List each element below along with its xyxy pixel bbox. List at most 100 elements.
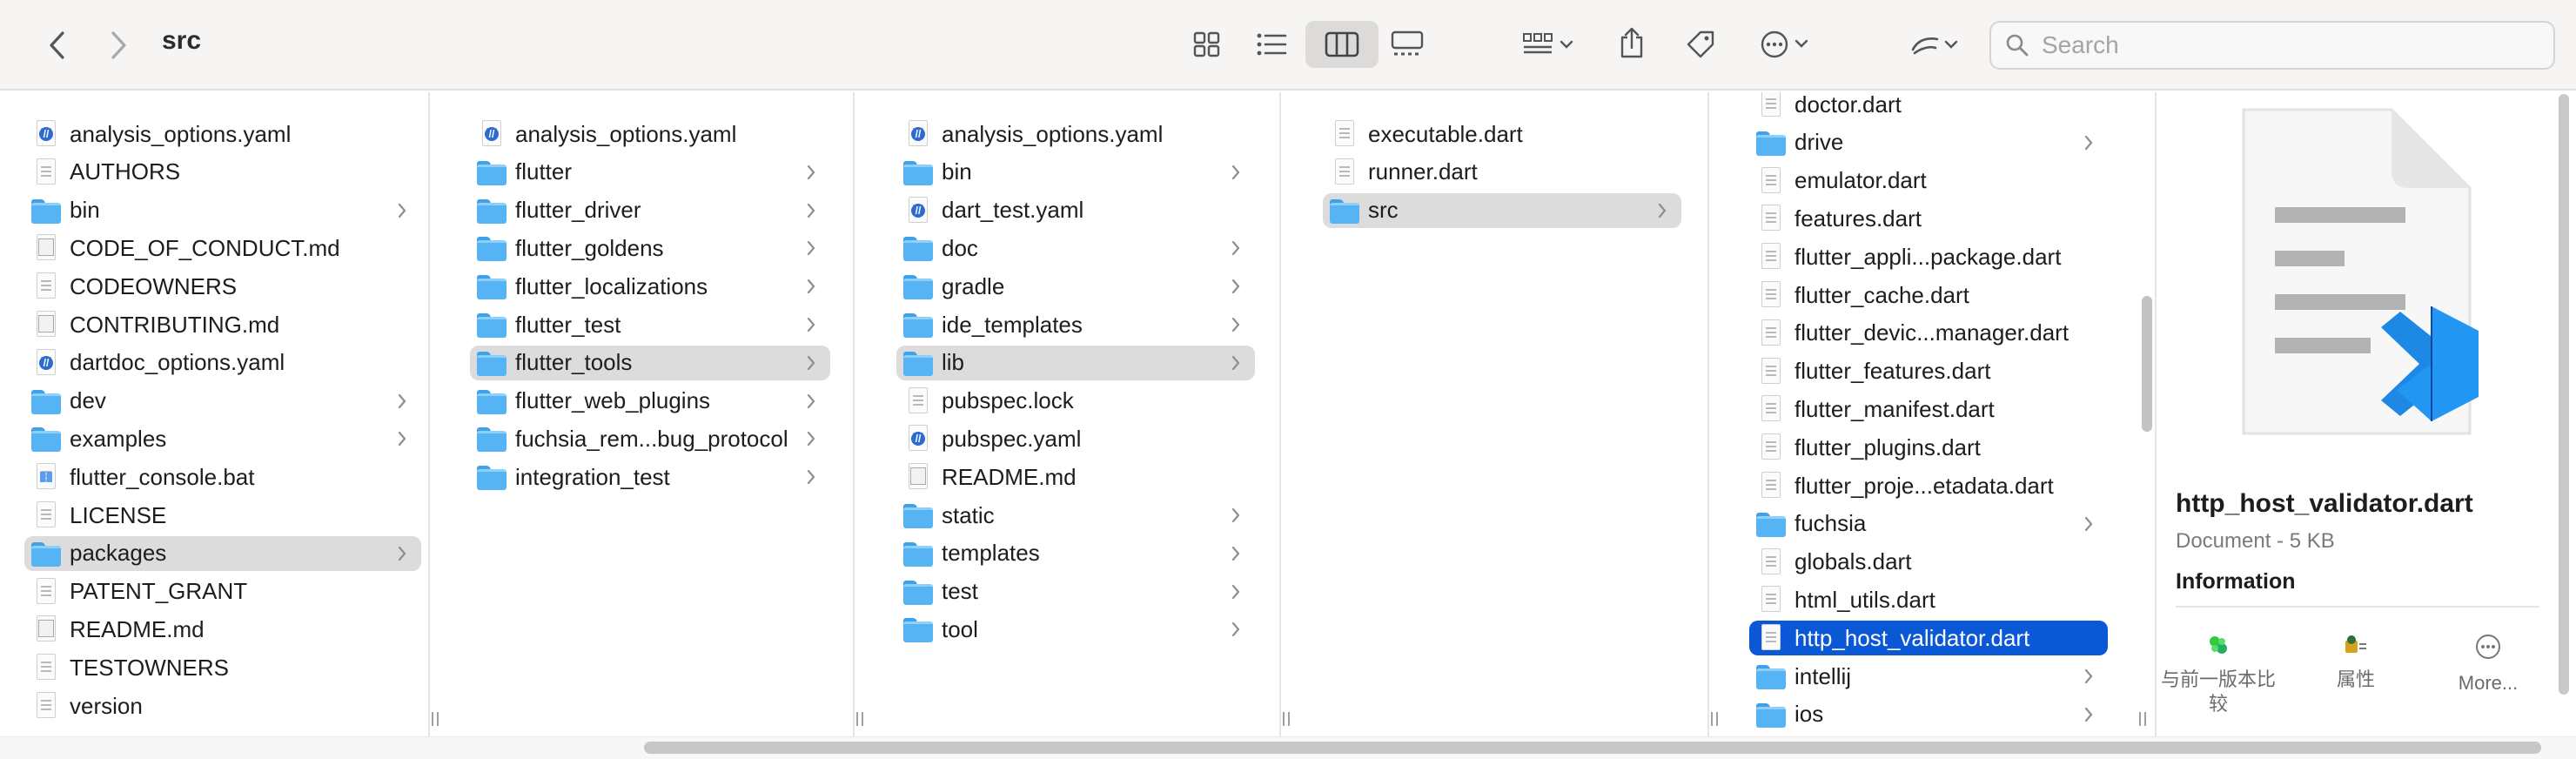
folder-row[interactable]: lib (896, 345, 1255, 380)
folder-icon (477, 311, 506, 339)
tag-button[interactable] (1680, 23, 1721, 66)
item-name: dartdoc_options.yaml (70, 349, 285, 376)
file-row[interactable]: // dartdoc_options.yaml (24, 346, 421, 380)
file-row[interactable]: // analysis_options.yaml (24, 117, 421, 151)
folder-row[interactable]: flutter_web_plugins (470, 384, 830, 419)
folder-row[interactable]: flutter_tools (470, 345, 830, 380)
folder-row[interactable]: static (896, 498, 1255, 533)
more-actions-button[interactable] (1753, 24, 1819, 64)
horizontal-scrollbar-thumb[interactable] (644, 742, 2541, 754)
column-repo-root: // analysis_options.yaml AUTHORS bin CODE_OF… (24, 92, 428, 736)
file-row[interactable]: CODE_OF_CONDUCT.md (24, 231, 421, 265)
file-row[interactable]: flutter_console.bat (24, 460, 421, 494)
folder-icon (903, 349, 933, 377)
folder-row[interactable]: drive (1749, 125, 2108, 160)
file-row[interactable]: AUTHORS (24, 155, 421, 190)
folder-row[interactable]: bin (896, 155, 1255, 190)
folder-row[interactable]: integration_test (470, 460, 830, 494)
folder-row[interactable]: gradle (896, 269, 1255, 304)
file-row[interactable]: flutter_proje...etadata.dart (1749, 468, 2108, 503)
file-row[interactable]: // analysis_options.yaml (470, 117, 830, 151)
folder-row[interactable]: ios (1749, 697, 2108, 732)
file-row[interactable]: // analysis_options.yaml (896, 117, 1255, 151)
file-row[interactable]: // dart_test.yaml (896, 193, 1255, 228)
gallery-view-button[interactable] (1385, 24, 1429, 64)
column-resize-handle[interactable] (1281, 712, 1291, 728)
file-row[interactable]: flutter_plugins.dart (1749, 430, 2108, 465)
forward-button[interactable] (99, 26, 138, 64)
column-resize-handle[interactable] (2137, 712, 2148, 728)
item-name: bin (942, 158, 972, 185)
file-row[interactable]: flutter_manifest.dart (1749, 392, 2108, 427)
properties-button[interactable]: 属性 (2291, 634, 2421, 692)
file-row[interactable]: runner.dart (1323, 155, 1681, 190)
file-row[interactable]: version (24, 688, 421, 723)
preview-scrollbar[interactable] (2559, 94, 2569, 695)
file-row[interactable]: // pubspec.yaml (896, 421, 1255, 456)
folder-icon (477, 425, 506, 453)
file-row[interactable]: flutter_features.dart (1749, 354, 2108, 389)
column-resize-handle[interactable] (855, 712, 865, 728)
folder-row[interactable]: flutter_goldens (470, 231, 830, 265)
folder-row[interactable]: packages (24, 535, 421, 571)
file-row[interactable]: LICENSE (24, 498, 421, 533)
share-button[interactable] (1612, 21, 1652, 64)
file-row[interactable]: flutter_appli...package.dart (1749, 239, 2108, 274)
file-row[interactable]: pubspec.lock (896, 384, 1255, 419)
folder-row[interactable]: flutter_test (470, 307, 830, 342)
document-icon (31, 654, 61, 682)
markup-button[interactable] (1902, 26, 1969, 64)
column-view-button[interactable] (1305, 21, 1379, 68)
file-row[interactable]: flutter_cache.dart (1749, 278, 2108, 312)
folder-row[interactable]: dev (24, 384, 421, 419)
column-scrollbar[interactable] (2142, 296, 2152, 432)
folder-row[interactable]: bin (24, 193, 421, 228)
more-button[interactable]: More... (2423, 634, 2553, 695)
icon-view-button[interactable] (1185, 24, 1229, 64)
item-name: emulator.dart (1794, 167, 1927, 194)
file-row[interactable]: http_host_validator.dart (1749, 621, 2108, 656)
file-row[interactable]: README.md (896, 460, 1255, 494)
folder-row[interactable]: intellij (1749, 659, 2108, 694)
compare-previous-version-button[interactable]: 与前一版本比较 (2153, 634, 2284, 716)
group-by-button[interactable] (1516, 24, 1582, 64)
column-resize-handle[interactable] (430, 712, 440, 728)
file-row[interactable]: doctor.dart (1749, 92, 2108, 122)
folder-row[interactable]: flutter (470, 155, 830, 190)
file-row[interactable]: CONTRIBUTING.md (24, 307, 421, 342)
file-row[interactable]: globals.dart (1749, 545, 2108, 580)
item-name: analysis_options.yaml (70, 120, 292, 147)
folder-row[interactable]: tool (896, 612, 1255, 647)
file-row[interactable]: PATENT_GRANT (24, 574, 421, 609)
folder-row[interactable]: examples (24, 421, 421, 456)
folder-row[interactable]: flutter_driver (470, 193, 830, 228)
file-row[interactable]: README.md (24, 612, 421, 647)
folder-row[interactable]: templates (896, 536, 1255, 571)
window-title: src (162, 26, 202, 55)
search-input[interactable] (2042, 31, 2529, 59)
folder-row[interactable]: fuchsia_rem...bug_protocol (470, 421, 830, 456)
chevron-right-icon (398, 546, 406, 561)
folder-row[interactable]: fuchsia (1749, 507, 2108, 541)
file-row[interactable]: executable.dart (1323, 117, 1681, 151)
file-row[interactable]: emulator.dart (1749, 164, 2108, 198)
back-button[interactable] (38, 26, 77, 64)
search-field[interactable] (1989, 21, 2555, 70)
folder-row[interactable]: ide_templates (896, 307, 1255, 342)
grid-view-icon (1193, 31, 1220, 57)
folder-row[interactable]: test (896, 574, 1255, 609)
preview-kind: Document - 5 KB (2176, 529, 2335, 553)
folder-row[interactable]: src (1323, 192, 1681, 228)
item-name: flutter_test (515, 311, 621, 338)
list-view-button[interactable] (1250, 24, 1293, 64)
folder-row[interactable]: doc (896, 231, 1255, 265)
file-row[interactable]: flutter_devic...manager.dart (1749, 316, 2108, 351)
file-row[interactable]: features.dart (1749, 201, 2108, 236)
file-row[interactable]: TESTOWNERS (24, 650, 421, 685)
file-row[interactable]: CODEOWNERS (24, 269, 421, 304)
folder-row[interactable]: flutter_localizations (470, 269, 830, 304)
column-resize-handle[interactable] (1709, 712, 1720, 728)
file-row[interactable]: html_utils.dart (1749, 582, 2108, 617)
compare-label: 与前一版本比较 (2160, 668, 2276, 715)
item-name: examples (70, 425, 167, 452)
